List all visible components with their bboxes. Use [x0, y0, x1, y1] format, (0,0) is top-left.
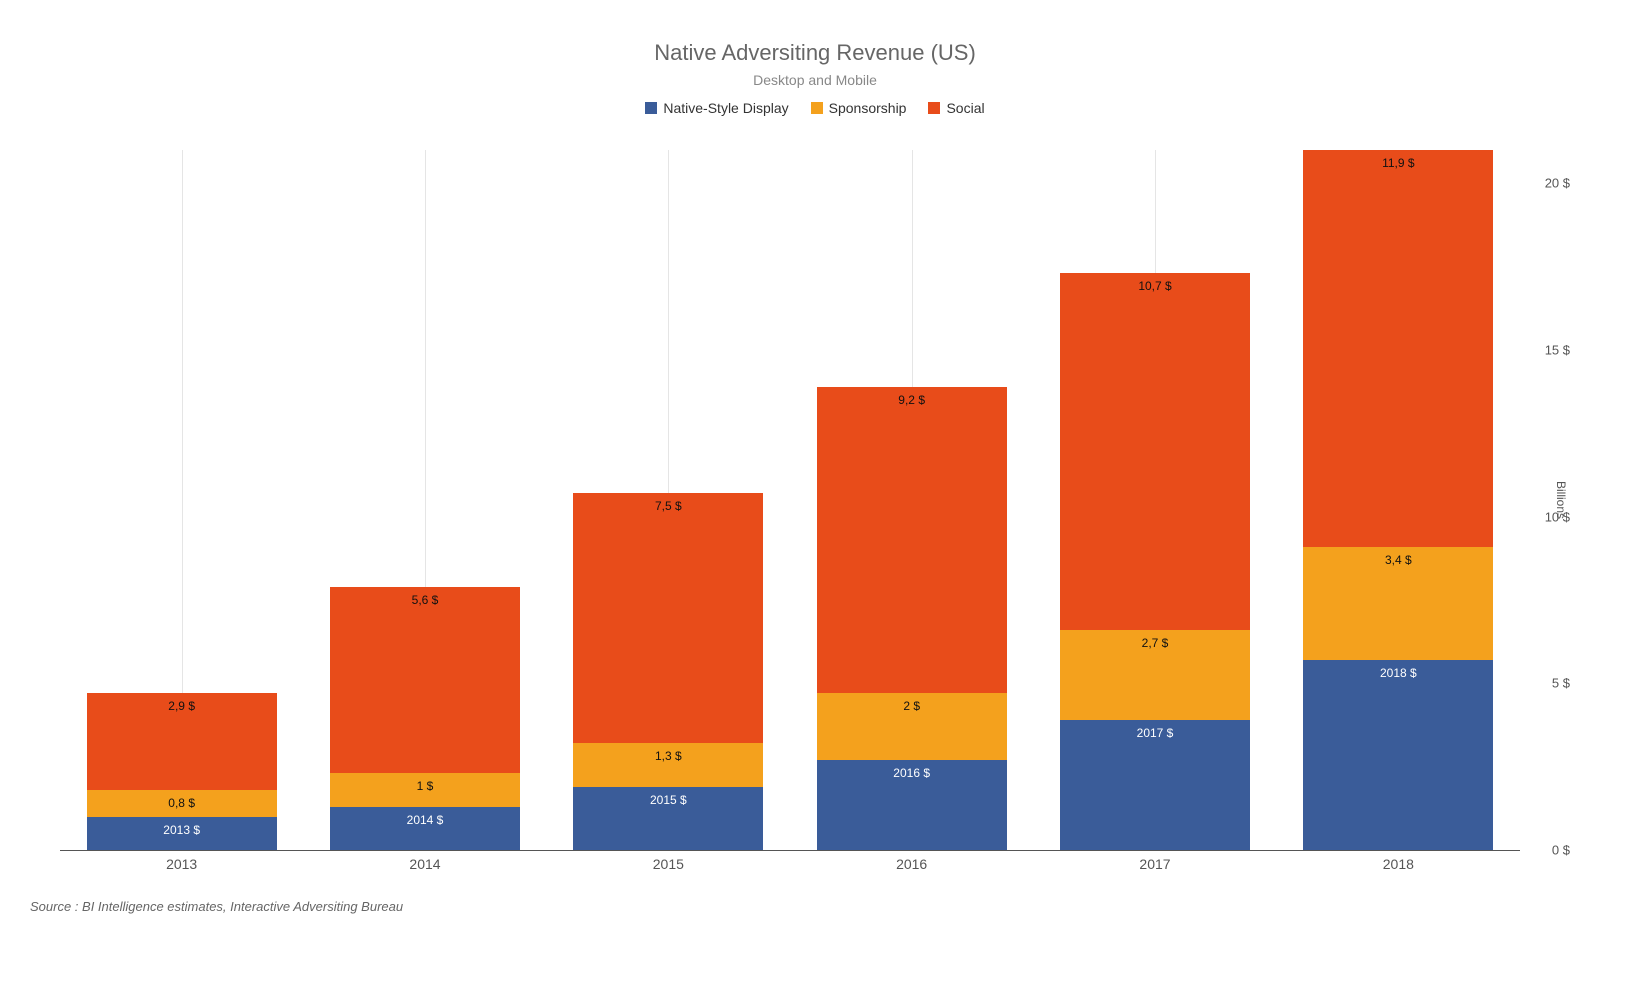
bar-segment-native[interactable]: 2018 $	[1303, 660, 1493, 850]
bar-segment-native[interactable]: 2016 $	[817, 760, 1007, 850]
bar-value-label: 5,6 $	[330, 593, 520, 607]
bar-segment-social[interactable]: 10,7 $	[1060, 273, 1250, 630]
legend-label-native: Native-Style Display	[663, 100, 788, 116]
x-tick-label: 2016	[896, 856, 927, 872]
bar-segment-native[interactable]: 2014 $	[330, 807, 520, 850]
bar-value-label: 2,9 $	[87, 699, 277, 713]
bar-segment-sponsorship[interactable]: 2 $	[817, 693, 1007, 760]
bar-segment-social[interactable]: 11,9 $	[1303, 150, 1493, 547]
x-tick-label: 2015	[653, 856, 684, 872]
legend-swatch-native	[645, 102, 657, 114]
bar-segment-sponsorship[interactable]: 0,8 $	[87, 790, 277, 817]
bar-segment-native[interactable]: 2013 $	[87, 817, 277, 850]
legend-item-social[interactable]: Social	[928, 100, 984, 116]
bar-segment-social[interactable]: 9,2 $	[817, 387, 1007, 694]
bar-value-label: 2015 $	[573, 793, 763, 807]
bar-segment-native[interactable]: 2015 $	[573, 787, 763, 850]
chart-subtitle: Desktop and Mobile	[0, 72, 1630, 88]
bar-value-label: 2016 $	[817, 766, 1007, 780]
y-tick-label: 5 $	[1552, 676, 1570, 691]
bar-value-label: 0,8 $	[87, 796, 277, 810]
bar-segment-sponsorship[interactable]: 3,4 $	[1303, 547, 1493, 660]
x-tick-label: 2018	[1383, 856, 1414, 872]
x-tick-label: 2013	[166, 856, 197, 872]
bar-value-label: 1 $	[330, 779, 520, 793]
y-tick-label: 0 $	[1552, 843, 1570, 858]
bar-segment-sponsorship[interactable]: 1,3 $	[573, 743, 763, 786]
legend-swatch-social	[928, 102, 940, 114]
legend-label-sponsorship: Sponsorship	[829, 100, 907, 116]
bar-value-label: 1,3 $	[573, 749, 763, 763]
plot-wrapper: Billions 0 $5 $10 $15 $20 $20132013 $0,8…	[60, 150, 1520, 870]
chart-legend: Native-Style Display Sponsorship Social	[0, 100, 1630, 116]
y-tick-label: 20 $	[1545, 176, 1570, 191]
legend-swatch-sponsorship	[811, 102, 823, 114]
legend-item-native[interactable]: Native-Style Display	[645, 100, 788, 116]
bar-value-label: 10,7 $	[1060, 279, 1250, 293]
bar-segment-social[interactable]: 5,6 $	[330, 587, 520, 774]
bar-value-label: 2,7 $	[1060, 636, 1250, 650]
plot-area: Billions 0 $5 $10 $15 $20 $20132013 $0,8…	[60, 150, 1520, 851]
chart-title: Native Adversiting Revenue (US)	[0, 40, 1630, 66]
bar-value-label: 2 $	[817, 699, 1007, 713]
y-tick-label: 10 $	[1545, 509, 1570, 524]
bar-value-label: 2018 $	[1303, 666, 1493, 680]
bar-value-label: 9,2 $	[817, 393, 1007, 407]
bar-segment-sponsorship[interactable]: 1 $	[330, 773, 520, 806]
y-tick-label: 15 $	[1545, 343, 1570, 358]
bar-value-label: 3,4 $	[1303, 553, 1493, 567]
legend-label-social: Social	[946, 100, 984, 116]
bar-value-label: 11,9 $	[1303, 156, 1493, 170]
x-tick-label: 2014	[409, 856, 440, 872]
bar-value-label: 2014 $	[330, 813, 520, 827]
source-note: Source : BI Intelligence estimates, Inte…	[30, 899, 403, 914]
bar-segment-sponsorship[interactable]: 2,7 $	[1060, 630, 1250, 720]
bar-value-label: 2013 $	[87, 823, 277, 837]
legend-item-sponsorship[interactable]: Sponsorship	[811, 100, 907, 116]
bar-segment-social[interactable]: 7,5 $	[573, 493, 763, 743]
bar-value-label: 2017 $	[1060, 726, 1250, 740]
bar-value-label: 7,5 $	[573, 499, 763, 513]
bar-segment-native[interactable]: 2017 $	[1060, 720, 1250, 850]
bar-segment-social[interactable]: 2,9 $	[87, 693, 277, 790]
x-tick-label: 2017	[1139, 856, 1170, 872]
